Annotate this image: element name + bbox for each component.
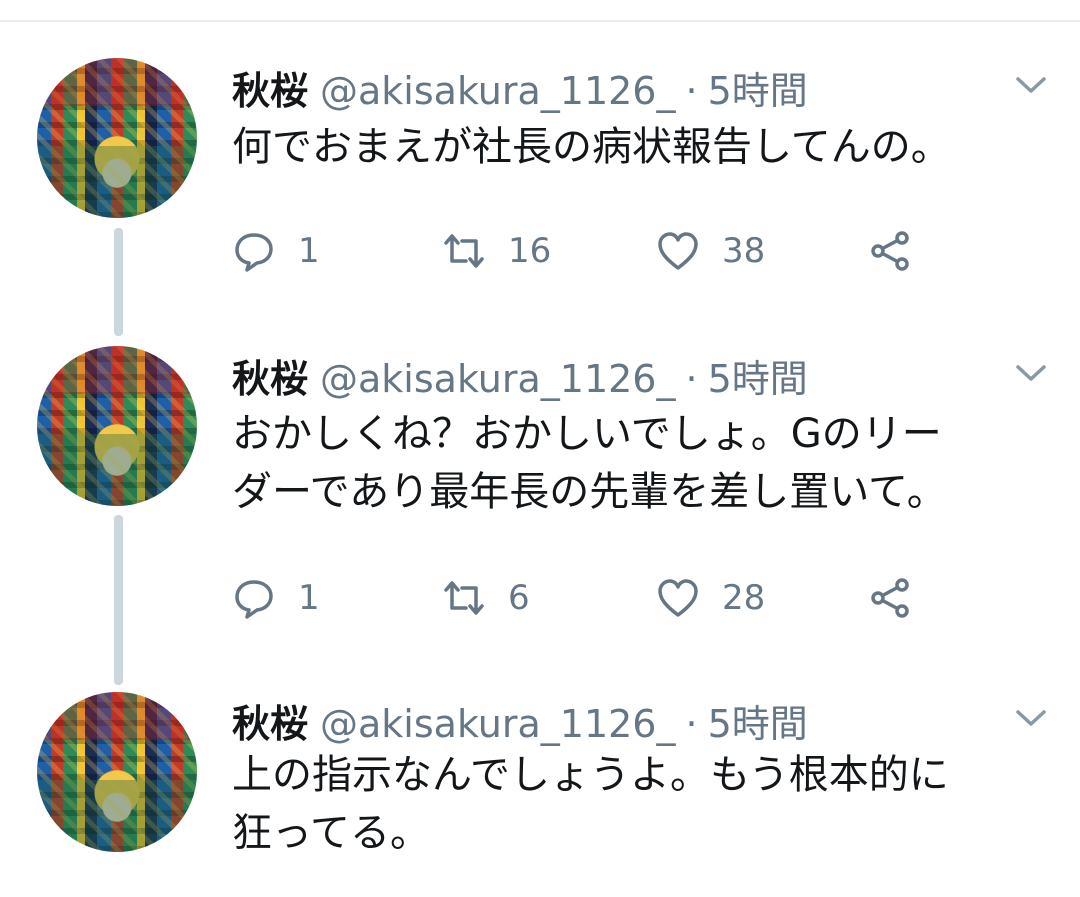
chevron-down-icon[interactable] <box>1014 706 1048 730</box>
separator: · <box>685 69 698 113</box>
chevron-down-icon[interactable] <box>1014 361 1048 385</box>
retweet-icon <box>444 234 484 268</box>
like-icon <box>658 232 698 270</box>
display-name[interactable]: 秋桜 <box>232 693 308 748</box>
like-button[interactable]: 38 <box>656 226 765 276</box>
tweet-text: おかしくね？おかしいでしょ。Gのリー ダーであり最年長の先輩を差し置いて。 <box>232 411 947 515</box>
reply-button[interactable]: 1 <box>232 226 320 276</box>
avatar[interactable] <box>37 58 197 218</box>
retweet-icon <box>444 581 484 615</box>
tweet-text: 上の指示なんでしょうよ。もう根本的に 狂ってる。 <box>232 752 949 856</box>
tweet-text: 何でおまえが社長の病状報告してんの。 <box>232 124 951 170</box>
retweet-count: 16 <box>508 231 552 271</box>
separator: · <box>685 357 698 401</box>
share-icon <box>871 578 909 618</box>
timestamp[interactable]: 5時間 <box>708 60 808 115</box>
timestamp[interactable]: 5時間 <box>708 348 808 403</box>
retweet-count: 6 <box>508 578 530 618</box>
user-handle[interactable]: @akisakura_1126_ <box>320 357 675 401</box>
reply-icon <box>235 580 273 619</box>
like-count: 28 <box>722 578 766 618</box>
user-handle[interactable]: @akisakura_1126_ <box>320 69 675 113</box>
reply-count: 1 <box>298 231 320 271</box>
reply-icon <box>235 233 273 272</box>
display-name[interactable]: 秋桜 <box>232 60 308 115</box>
top-divider <box>0 20 1080 22</box>
avatar[interactable] <box>37 692 197 852</box>
reply-count: 1 <box>298 578 320 618</box>
like-icon <box>658 579 698 617</box>
thread-line <box>114 228 123 336</box>
avatar[interactable] <box>37 346 197 506</box>
share-icon <box>871 231 909 271</box>
timestamp[interactable]: 5時間 <box>708 693 808 748</box>
retweet-button[interactable]: 16 <box>442 226 551 276</box>
share-button[interactable] <box>868 573 934 623</box>
like-button[interactable]: 28 <box>656 573 765 623</box>
chevron-down-icon[interactable] <box>1014 73 1048 97</box>
display-name[interactable]: 秋桜 <box>232 348 308 403</box>
user-handle[interactable]: @akisakura_1126_ <box>320 702 675 746</box>
separator: · <box>685 702 698 746</box>
share-button[interactable] <box>868 226 934 276</box>
thread-line <box>114 515 123 685</box>
tweet-header: 秋桜 @akisakura_1126_ · 5時間 <box>232 348 808 401</box>
reply-button[interactable]: 1 <box>232 573 320 623</box>
retweet-button[interactable]: 6 <box>442 573 530 623</box>
tweet-header: 秋桜 @akisakura_1126_ · 5時間 <box>232 60 808 113</box>
like-count: 38 <box>722 231 766 271</box>
tweet-header: 秋桜 @akisakura_1126_ · 5時間 <box>232 693 808 746</box>
